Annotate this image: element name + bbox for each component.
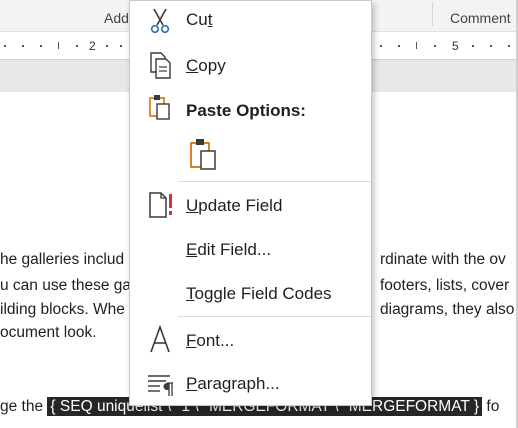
- scissors-icon: [146, 5, 174, 35]
- ruler-mark: [58, 42, 59, 49]
- ruler-mark: [76, 45, 78, 47]
- ruler-mark: [4, 45, 6, 47]
- menu-item-cut[interactable]: Cut: [130, 2, 371, 38]
- ruler-mark: [120, 45, 122, 47]
- menu-item-label: Update Field: [186, 196, 283, 215]
- document-text-prefix: ge the: [0, 398, 44, 415]
- menu-item-label: Toggle Field Codes: [186, 284, 332, 303]
- ruler-mark: [40, 45, 42, 47]
- ruler-number: 2: [89, 39, 96, 53]
- clipboard-icon: [146, 93, 174, 123]
- paste-options-header: Paste Options:: [130, 93, 371, 129]
- menu-item-label: Cut: [186, 10, 213, 29]
- menu-item-label: Copy: [186, 56, 226, 75]
- menu-item-edit-field[interactable]: Edit Field...: [130, 232, 371, 268]
- document-text-suffix: fo: [486, 398, 500, 415]
- context-menu: Cut Copy Paste Options: Update Field Edi…: [129, 0, 372, 406]
- ruler-mark: [22, 45, 24, 47]
- menu-item-label: Edit Field...: [186, 240, 272, 259]
- menu-item-update-field[interactable]: Update Field: [130, 187, 371, 223]
- ribbon-tab-comment[interactable]: Comment: [450, 10, 511, 26]
- paste-keep-formatting-icon: [188, 137, 220, 173]
- menu-separator: [178, 316, 371, 317]
- ribbon-separator: [432, 2, 433, 26]
- copy-icon: [146, 50, 174, 80]
- ruler-mark: [472, 45, 474, 47]
- document-text-line: u can use these ga: [0, 277, 131, 294]
- ruler-mark: [490, 45, 492, 47]
- document-text-line: ocument look.: [0, 324, 97, 341]
- menu-item-font[interactable]: Font...: [130, 322, 371, 358]
- menu-separator: [178, 181, 371, 182]
- ruler-number: 5: [452, 39, 459, 53]
- ruler-mark: [416, 42, 417, 49]
- ruler-mark: [106, 45, 108, 47]
- paragraph-icon: [146, 369, 174, 399]
- document-text-line: he galleries includ: [0, 251, 125, 268]
- menu-item-paragraph[interactable]: Paragraph...: [130, 366, 371, 402]
- ruler-mark: [508, 45, 510, 47]
- ribbon-tab-add[interactable]: Add: [104, 10, 129, 26]
- menu-item-label: Paste Options:: [186, 101, 306, 120]
- ruler-mark: [380, 45, 382, 47]
- paste-keep-formatting-button[interactable]: [184, 135, 224, 175]
- document-text-line: footers, lists, cover: [380, 277, 510, 294]
- update-field-icon: [146, 190, 174, 220]
- menu-item-label: Font...: [186, 331, 235, 350]
- ruler-mark: [398, 45, 400, 47]
- document-text-line: diagrams, they also: [380, 301, 515, 318]
- menu-item-label: Paragraph...: [186, 374, 280, 393]
- menu-item-copy[interactable]: Copy: [130, 47, 371, 83]
- document-text-line: ilding blocks. Whe: [0, 301, 125, 318]
- document-text-line: rdinate with the ov: [380, 251, 506, 268]
- menu-item-toggle-field-codes[interactable]: Toggle Field Codes: [130, 276, 371, 312]
- font-icon: [146, 324, 174, 354]
- ruler-mark: [434, 45, 436, 47]
